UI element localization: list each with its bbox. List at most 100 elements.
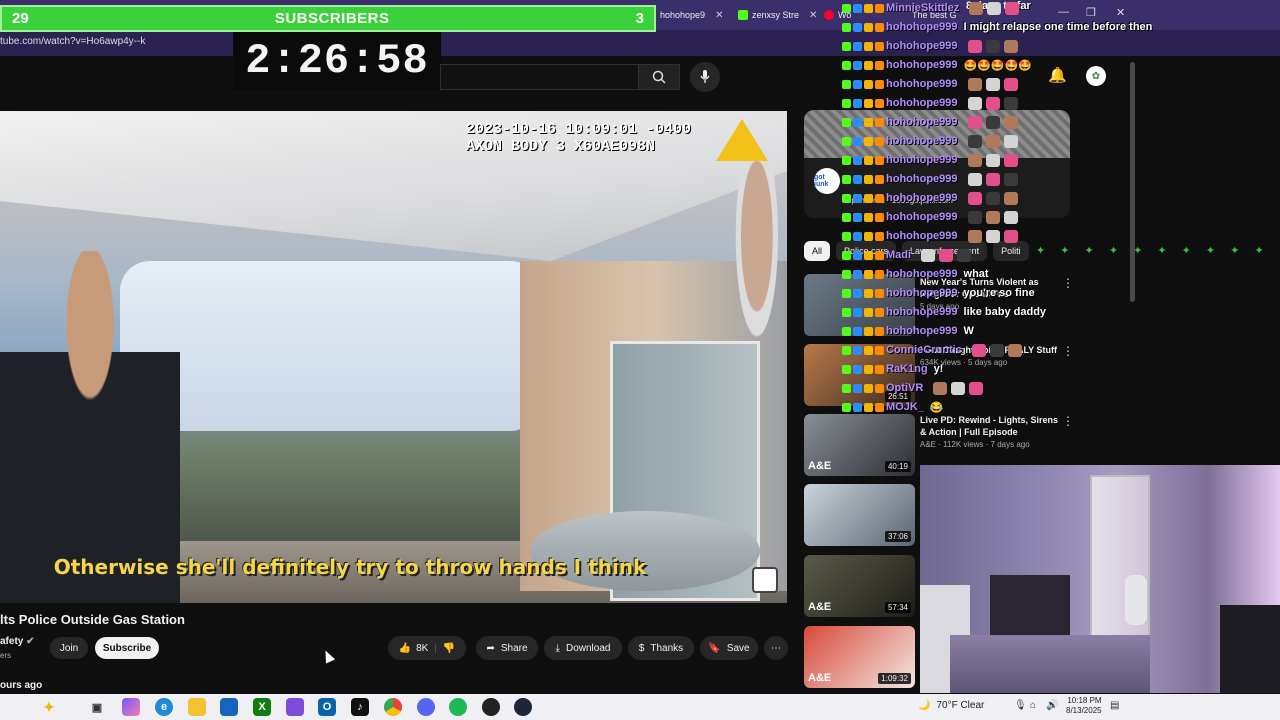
chat-username[interactable]: MOJK_ bbox=[886, 401, 924, 413]
chat-emote-icon bbox=[1003, 210, 1018, 224]
more-actions-button[interactable]: ⋯ bbox=[764, 636, 788, 660]
search-input[interactable] bbox=[440, 64, 638, 90]
subscribe-button[interactable]: Subscribe bbox=[95, 637, 159, 659]
video-subtitle: Otherwise she'll definitely try to throw… bbox=[53, 555, 647, 579]
edge-icon[interactable]: e bbox=[155, 698, 173, 716]
chat-username[interactable]: OptiVR bbox=[886, 382, 923, 394]
tab-1[interactable]: zenxsy Stre ✕ bbox=[738, 6, 817, 24]
chat-username[interactable]: hohohope999 bbox=[886, 116, 958, 128]
chat-emote-icon bbox=[971, 343, 986, 357]
clock-time: 10:18 PM bbox=[1067, 696, 1102, 705]
chat-emote-icon bbox=[1003, 77, 1018, 91]
thanks-button[interactable]: $ Thanks bbox=[628, 636, 694, 660]
chat-username[interactable]: MinnieSkittlez bbox=[886, 2, 959, 14]
close-icon[interactable]: ✕ bbox=[809, 10, 817, 21]
video-thumbnail[interactable]: A&E 57:34 bbox=[804, 555, 915, 617]
chrome-icon[interactable] bbox=[384, 698, 402, 716]
address-url[interactable]: tube.com/watch?v=Ho6awp4y--k bbox=[0, 36, 145, 47]
share-icon: ➦ bbox=[486, 642, 495, 654]
chat-username[interactable]: hohohope999 bbox=[886, 40, 958, 52]
chat-emote-icon bbox=[985, 210, 1000, 224]
video-thumbnail[interactable]: A&E 1:09:32 bbox=[804, 626, 915, 688]
chat-username[interactable]: hohohope999 bbox=[886, 154, 958, 166]
sidebar-scrollbar[interactable] bbox=[1130, 62, 1135, 302]
chat-username[interactable]: Madi bbox=[886, 249, 911, 261]
chat-emote-icon bbox=[985, 191, 1000, 205]
chat-username[interactable]: hohohope999 bbox=[886, 306, 958, 318]
volume-icon[interactable]: 🔊 bbox=[1046, 700, 1058, 711]
chip-all[interactable]: All bbox=[804, 241, 831, 261]
chat-username[interactable]: hohohope999 bbox=[886, 59, 958, 71]
chat-text: 🤩🤩🤩🤩🤩 bbox=[963, 59, 1032, 72]
tiktok-icon[interactable]: ♪ bbox=[351, 698, 369, 716]
chat-message: hohohope999 bbox=[842, 133, 1018, 149]
discord-icon[interactable] bbox=[417, 698, 435, 716]
video-menu-icon[interactable]: ⋮ bbox=[1062, 414, 1074, 428]
chat-username[interactable]: hohohope999 bbox=[886, 325, 958, 337]
taskbar-clock[interactable]: 10:18 PM 8/13/2025 bbox=[1066, 696, 1102, 716]
chat-badge-icon bbox=[875, 383, 884, 393]
copilot-icon[interactable] bbox=[122, 698, 140, 716]
tab-label: hohohope9 bbox=[660, 10, 706, 20]
video-thumbnail[interactable]: 37:06 bbox=[804, 484, 915, 546]
voice-search-button[interactable] bbox=[690, 62, 720, 92]
chat-message: hohohope999 bbox=[842, 228, 1018, 244]
weather-widget[interactable]: 🌙 70°F Clear bbox=[918, 700, 984, 711]
close-icon[interactable]: ✕ bbox=[715, 10, 723, 21]
maximize-icon[interactable]: ❐ bbox=[1086, 6, 1096, 19]
file-explorer-icon[interactable] bbox=[188, 698, 206, 716]
chip-politics[interactable]: Politi bbox=[993, 241, 1029, 261]
chat-username[interactable]: hohohope999 bbox=[886, 97, 958, 109]
video-thumbnail[interactable]: A&E 40:19 bbox=[804, 414, 915, 476]
video-menu-icon[interactable]: ⋮ bbox=[1062, 344, 1074, 358]
xbox-icon[interactable]: X bbox=[253, 698, 271, 716]
notification-center-icon[interactable]: ▤ bbox=[1110, 700, 1119, 711]
chat-username[interactable]: hohohope999 bbox=[886, 192, 958, 204]
channel-watermark-icon bbox=[752, 567, 778, 593]
outlook-icon[interactable]: O bbox=[318, 698, 336, 716]
app-icon[interactable] bbox=[286, 698, 304, 716]
chat-message: hohohope999 🤩🤩🤩🤩🤩 bbox=[842, 57, 1032, 73]
network-icon[interactable]: ⌂ bbox=[1030, 700, 1036, 711]
chat-text: y! bbox=[933, 363, 944, 375]
chat-username[interactable]: hohohope999 bbox=[886, 287, 958, 299]
chat-username[interactable]: hohohope999 bbox=[886, 211, 958, 223]
video-menu-icon[interactable]: ⋮ bbox=[1062, 276, 1074, 290]
video-player[interactable]: 2023-10-16 10:09:01 -0400 AXON BODY 3 X6… bbox=[0, 111, 787, 603]
dislike-button[interactable]: 👎 bbox=[443, 643, 455, 654]
tab-0[interactable]: hohohope9 ✕ bbox=[660, 6, 723, 24]
download-button[interactable]: ⤓ Download bbox=[544, 636, 622, 660]
chat-emote-icon bbox=[1003, 39, 1018, 53]
chat-username[interactable]: hohohope999 bbox=[886, 21, 958, 33]
search-button[interactable] bbox=[638, 64, 680, 90]
obs-icon[interactable] bbox=[482, 698, 500, 716]
chat-username[interactable]: hohohope999 bbox=[886, 135, 958, 147]
close-window-icon[interactable]: ✕ bbox=[1116, 6, 1125, 19]
channel-name[interactable]: afety ✔ bbox=[0, 636, 35, 647]
share-button[interactable]: ➦ Share bbox=[476, 636, 538, 660]
join-button[interactable]: Join bbox=[50, 637, 88, 659]
chat-username[interactable]: RaK1ng bbox=[886, 363, 928, 375]
minimize-icon[interactable]: — bbox=[1058, 6, 1069, 18]
chat-badge-icon bbox=[864, 288, 873, 298]
copilot-sparkle-icon[interactable]: ✦ bbox=[40, 698, 58, 716]
chat-emote-icon bbox=[969, 1, 984, 15]
video-info[interactable]: Live PD: Rewind - Lights, Sirens & Actio… bbox=[920, 414, 1060, 449]
chat-username[interactable]: hohohope999 bbox=[886, 268, 958, 280]
like-button[interactable]: 👍 8K bbox=[399, 643, 429, 654]
save-button[interactable]: 🔖 Save bbox=[700, 636, 758, 660]
account-avatar[interactable]: ✿ bbox=[1086, 66, 1106, 86]
spotify-icon[interactable] bbox=[449, 698, 467, 716]
chat-username[interactable]: ConnieCruntic bbox=[886, 344, 962, 356]
chat-message: hohohope999 bbox=[842, 152, 1018, 168]
divider: | bbox=[434, 642, 437, 654]
chat-username[interactable]: hohohope999 bbox=[886, 78, 958, 90]
mic-tray-icon[interactable]: 🎙 bbox=[1014, 700, 1027, 711]
steam-icon[interactable] bbox=[514, 698, 532, 716]
chat-username[interactable]: hohohope999 bbox=[886, 173, 958, 185]
store-icon[interactable] bbox=[220, 698, 238, 716]
chat-username[interactable]: hohohope999 bbox=[886, 230, 958, 242]
notifications-bell-icon[interactable]: 🔔 bbox=[1048, 66, 1067, 84]
task-view-icon[interactable]: ▣ bbox=[88, 698, 106, 716]
chat-badge-icon bbox=[853, 155, 862, 165]
